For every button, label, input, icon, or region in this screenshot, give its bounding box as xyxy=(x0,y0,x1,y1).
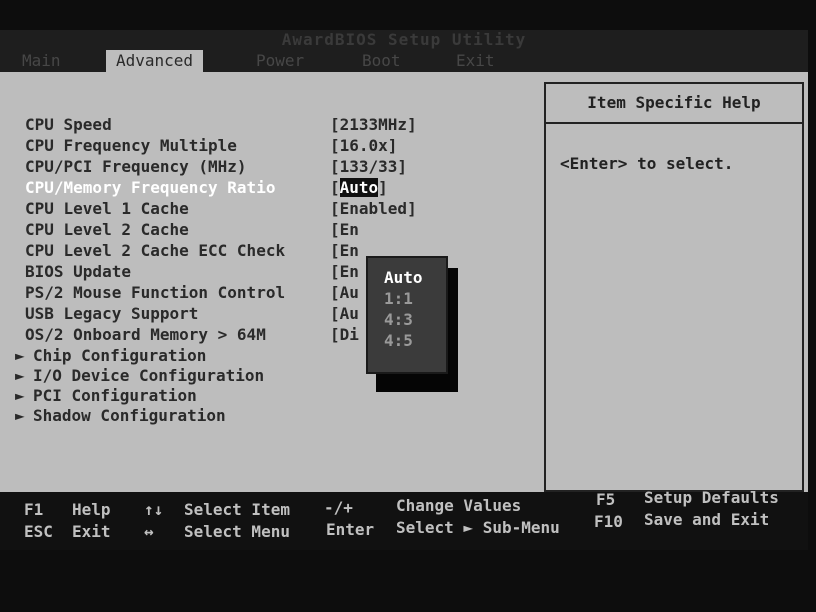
setting-bios-update[interactable]: BIOS Update [En xyxy=(25,262,359,283)
submenu-label: Chip Configuration xyxy=(33,346,207,365)
bracket-close: ] xyxy=(378,178,388,197)
submenu-label: Shadow Configuration xyxy=(33,406,226,425)
help-title: Item Specific Help xyxy=(546,84,802,124)
setting-label: BIOS Update xyxy=(25,262,131,281)
tab-exit[interactable]: Exit xyxy=(446,50,505,72)
arrows-leftright-icon: ↔ xyxy=(144,522,154,541)
setting-value: [En xyxy=(330,241,359,260)
key-f5-label: Setup Defaults xyxy=(644,488,779,507)
bios-screen: AwardBIOS Setup Utility Main Advanced Po… xyxy=(0,30,808,550)
key-esc: ESC xyxy=(24,522,53,541)
setting-label: CPU Frequency Multiple xyxy=(25,136,237,155)
tab-boot[interactable]: Boot xyxy=(352,50,411,72)
setting-label: CPU Level 1 Cache xyxy=(25,199,189,218)
key-f1: F1 xyxy=(24,500,44,519)
popup-option-auto[interactable]: Auto xyxy=(384,268,446,289)
key-updown-label: Select Item xyxy=(184,500,290,519)
key-f1-label: Help xyxy=(72,500,111,519)
key-esc-label: Exit xyxy=(72,522,111,541)
setting-cpu-frequency-multiple[interactable]: CPU Frequency Multiple [16.0x] xyxy=(25,136,397,157)
triangle-right-icon: ► xyxy=(15,366,25,385)
help-text: <Enter> to select. xyxy=(560,154,734,173)
setting-value: [16.0x] xyxy=(330,136,398,155)
option-popup: Auto 1:1 4:3 4:5 xyxy=(366,256,448,374)
tab-power[interactable]: Power xyxy=(246,50,314,72)
key-f10-label: Save and Exit xyxy=(644,510,770,529)
submenu-pci-configuration[interactable]: ► PCI Configuration xyxy=(15,386,197,405)
setting-label: CPU Speed xyxy=(25,115,112,134)
setting-label: CPU/Memory Frequency Ratio xyxy=(25,178,276,197)
setting-value: [Au xyxy=(330,283,359,302)
setting-value: [En xyxy=(330,262,359,281)
setting-cpu-memory-frequency-ratio[interactable]: CPU/Memory Frequency Ratio [Auto] xyxy=(25,178,388,199)
setting-cpu-pci-frequency[interactable]: CPU/PCI Frequency (MHz) [133/33] xyxy=(25,157,407,178)
popup-option-1-1[interactable]: 1:1 xyxy=(384,289,446,310)
submenu-shadow-configuration[interactable]: ► Shadow Configuration xyxy=(15,406,226,425)
setting-label: CPU/PCI Frequency (MHz) xyxy=(25,157,247,176)
triangle-right-icon: ► xyxy=(15,406,25,425)
key-enter: Enter xyxy=(326,520,375,539)
setting-ps2-mouse[interactable]: PS/2 Mouse Function Control [Au xyxy=(25,283,359,304)
tab-main[interactable]: Main xyxy=(12,50,71,72)
key-f10: F10 xyxy=(594,512,623,531)
bios-title: AwardBIOS Setup Utility xyxy=(0,30,808,50)
setting-value: [Enabled] xyxy=(330,199,417,218)
setting-label: CPU Level 2 Cache xyxy=(25,220,189,239)
setting-os2-memory[interactable]: OS/2 Onboard Memory > 64M [Di xyxy=(25,325,359,346)
setting-value: [Auto] xyxy=(330,178,388,197)
setting-value: [133/33] xyxy=(330,157,408,176)
setting-usb-legacy[interactable]: USB Legacy Support [Au xyxy=(25,304,359,325)
setting-value: [Au xyxy=(330,304,359,323)
setting-value: [Di xyxy=(330,325,359,344)
key-legend-footer: F1 Help ESC Exit ↑↓ Select Item ↔ Select… xyxy=(0,488,808,550)
key-enter-label: Select ► Sub-Menu xyxy=(396,518,560,537)
tab-advanced[interactable]: Advanced xyxy=(106,50,204,72)
bracket-open: [ xyxy=(330,178,340,197)
popup-option-4-3[interactable]: 4:3 xyxy=(384,310,446,331)
setting-cpu-level2-cache-ecc[interactable]: CPU Level 2 Cache ECC Check [En xyxy=(25,241,359,262)
key-leftright-label: Select Menu xyxy=(184,522,290,541)
submenu-io-device-configuration[interactable]: ► I/O Device Configuration xyxy=(15,366,264,385)
setting-cpu-speed[interactable]: CPU Speed [2133MHz] xyxy=(25,115,417,136)
key-f5: F5 xyxy=(596,490,616,509)
menu-bar: Main Advanced Power Boot Exit xyxy=(0,50,808,72)
setting-label: PS/2 Mouse Function Control xyxy=(25,283,286,302)
submenu-label: I/O Device Configuration xyxy=(33,366,265,385)
setting-cpu-level1-cache[interactable]: CPU Level 1 Cache [Enabled] xyxy=(25,199,417,220)
setting-value: [2133MHz] xyxy=(330,115,417,134)
triangle-right-icon: ► xyxy=(15,386,25,405)
submenu-label: PCI Configuration xyxy=(33,386,197,405)
setting-value: [En xyxy=(330,220,359,239)
key-minusplus-label: Change Values xyxy=(396,496,522,515)
key-minusplus: -/+ xyxy=(324,498,353,517)
setting-cpu-level2-cache[interactable]: CPU Level 2 Cache [En xyxy=(25,220,359,241)
help-panel: Item Specific Help <Enter> to select. xyxy=(544,82,804,492)
submenu-chip-configuration[interactable]: ► Chip Configuration xyxy=(15,346,206,365)
setting-label: USB Legacy Support xyxy=(25,304,199,323)
selected-value-highlight: Auto xyxy=(339,178,379,197)
popup-option-4-5[interactable]: 4:5 xyxy=(384,331,446,352)
arrows-updown-icon: ↑↓ xyxy=(144,500,164,519)
setting-label: CPU Level 2 Cache ECC Check xyxy=(25,241,286,260)
setting-label: OS/2 Onboard Memory > 64M xyxy=(25,325,266,344)
triangle-right-icon: ► xyxy=(15,346,25,365)
